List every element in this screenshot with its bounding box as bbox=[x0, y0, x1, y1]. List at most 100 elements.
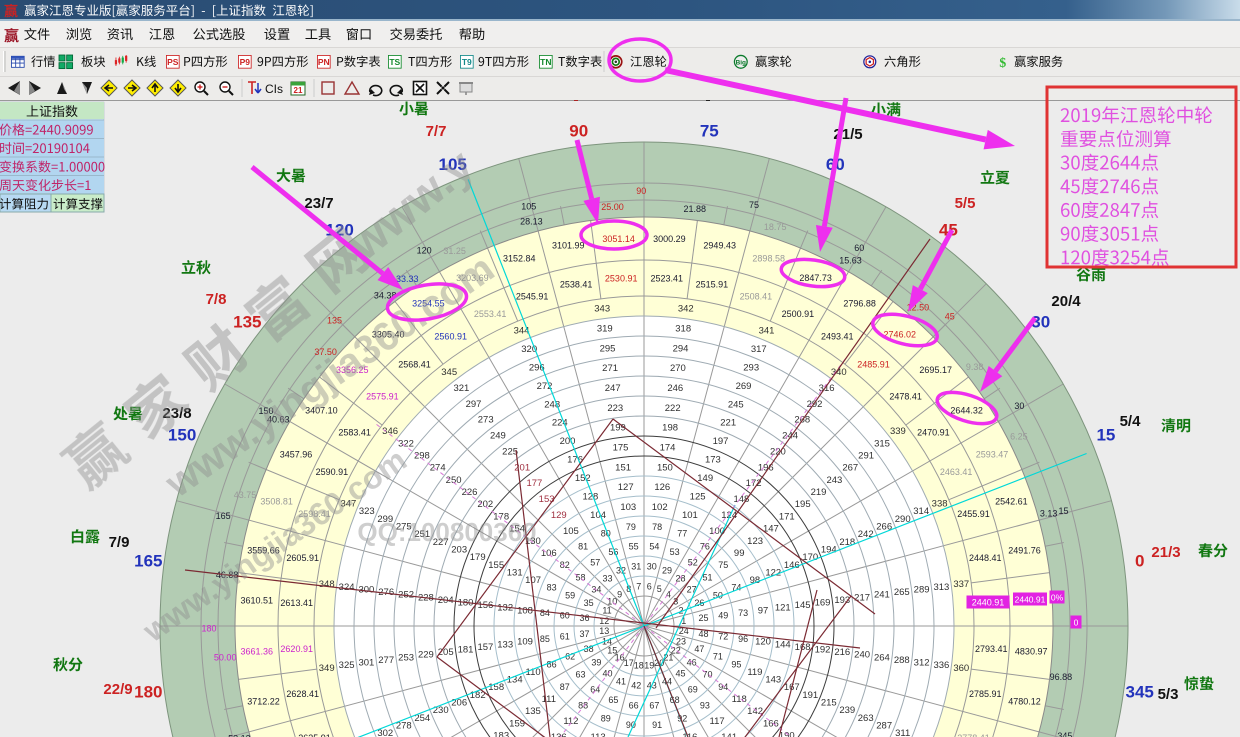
svg-text:180: 180 bbox=[134, 682, 162, 701]
svg-text:2553.41: 2553.41 bbox=[474, 309, 507, 319]
svg-text:31.25: 31.25 bbox=[443, 246, 466, 256]
svg-text:TS: TS bbox=[389, 57, 400, 67]
svg-text:2593.47: 2593.47 bbox=[976, 449, 1009, 459]
svg-text:PS: PS bbox=[167, 57, 179, 67]
svg-text:2796.88: 2796.88 bbox=[843, 298, 876, 308]
svg-text:2778.41: 2778.41 bbox=[957, 733, 990, 737]
svg-text:109: 109 bbox=[517, 637, 533, 648]
svg-text:23/7: 23/7 bbox=[304, 195, 333, 212]
svg-text:229: 229 bbox=[418, 650, 434, 661]
svg-text:315: 315 bbox=[874, 438, 890, 449]
svg-text:4780.12: 4780.12 bbox=[1008, 697, 1041, 707]
svg-text:346: 346 bbox=[382, 426, 398, 437]
svg-text:2463.41: 2463.41 bbox=[940, 467, 973, 477]
svg-text:174: 174 bbox=[660, 443, 676, 454]
svg-text:324: 324 bbox=[339, 582, 355, 593]
svg-text:67: 67 bbox=[649, 700, 659, 710]
svg-text:46: 46 bbox=[687, 658, 697, 668]
svg-text:101: 101 bbox=[682, 510, 698, 521]
svg-text:336: 336 bbox=[933, 660, 949, 671]
svg-text:27: 27 bbox=[687, 585, 697, 595]
svg-text:298: 298 bbox=[414, 451, 430, 462]
svg-text:13: 13 bbox=[599, 626, 609, 636]
svg-text:2545.91: 2545.91 bbox=[516, 292, 549, 302]
svg-text:344: 344 bbox=[514, 325, 530, 336]
svg-text:2898.58: 2898.58 bbox=[752, 254, 785, 264]
svg-text:41: 41 bbox=[616, 676, 626, 686]
svg-text:195: 195 bbox=[795, 499, 811, 510]
svg-text:2493.41: 2493.41 bbox=[821, 332, 854, 342]
svg-text:125: 125 bbox=[690, 492, 706, 503]
svg-text:3101.99: 3101.99 bbox=[552, 241, 585, 251]
svg-text:157: 157 bbox=[477, 642, 493, 653]
svg-text:18.75: 18.75 bbox=[764, 222, 787, 232]
svg-text:94: 94 bbox=[718, 682, 728, 692]
svg-text:2440.91: 2440.91 bbox=[972, 598, 1005, 608]
svg-text:108: 108 bbox=[517, 605, 533, 616]
svg-text:35: 35 bbox=[584, 598, 594, 608]
svg-text:3610.51: 3610.51 bbox=[241, 596, 274, 606]
svg-text:267: 267 bbox=[842, 463, 858, 474]
svg-text:297: 297 bbox=[466, 399, 482, 410]
svg-text:165: 165 bbox=[134, 552, 162, 571]
svg-text:0%: 0% bbox=[1051, 593, 1064, 603]
svg-text:2568.41: 2568.41 bbox=[398, 359, 431, 369]
svg-text:118: 118 bbox=[732, 694, 747, 705]
svg-text:2491.76: 2491.76 bbox=[1008, 545, 1041, 555]
svg-text:2847.73: 2847.73 bbox=[799, 273, 832, 283]
svg-text:T9: T9 bbox=[462, 57, 472, 67]
svg-text:85: 85 bbox=[540, 634, 550, 644]
svg-text:240: 240 bbox=[854, 650, 870, 661]
svg-text:291: 291 bbox=[858, 451, 874, 462]
svg-text:49: 49 bbox=[718, 611, 728, 621]
svg-text:2575.91: 2575.91 bbox=[366, 392, 399, 402]
svg-text:135: 135 bbox=[327, 315, 342, 325]
svg-text:345: 345 bbox=[1126, 682, 1154, 701]
svg-text:91: 91 bbox=[652, 720, 662, 730]
svg-text:53: 53 bbox=[670, 547, 680, 557]
svg-text:104: 104 bbox=[590, 510, 606, 521]
svg-text:117: 117 bbox=[710, 716, 725, 727]
svg-text:111: 111 bbox=[542, 694, 556, 705]
svg-text:11: 11 bbox=[602, 606, 611, 616]
svg-text:265: 265 bbox=[894, 587, 910, 598]
svg-text:Big: Big bbox=[736, 59, 746, 66]
svg-text:2485.91: 2485.91 bbox=[857, 359, 890, 369]
svg-text:15: 15 bbox=[1058, 506, 1068, 516]
svg-text:217: 217 bbox=[854, 592, 870, 603]
svg-text:5/3: 5/3 bbox=[1158, 686, 1179, 703]
svg-text:9: 9 bbox=[617, 589, 622, 599]
svg-text:241: 241 bbox=[874, 590, 890, 601]
svg-text:348: 348 bbox=[319, 579, 335, 590]
svg-text:2523.41: 2523.41 bbox=[651, 274, 684, 284]
svg-text:341: 341 bbox=[759, 325, 775, 336]
svg-text:153: 153 bbox=[539, 494, 555, 505]
svg-text:202: 202 bbox=[477, 499, 493, 510]
svg-text:201: 201 bbox=[514, 462, 530, 473]
svg-text:105: 105 bbox=[521, 202, 536, 212]
svg-text:150: 150 bbox=[657, 462, 673, 473]
svg-text:78: 78 bbox=[652, 522, 662, 532]
svg-text:96: 96 bbox=[738, 634, 748, 644]
svg-text:88: 88 bbox=[578, 700, 588, 710]
svg-text:2440.91: 2440.91 bbox=[1015, 595, 1046, 605]
svg-text:QQ:100800360: QQ:100800360 bbox=[357, 517, 536, 547]
svg-text:119: 119 bbox=[747, 667, 762, 678]
svg-text:5/5: 5/5 bbox=[955, 195, 976, 212]
svg-text:22/9: 22/9 bbox=[103, 681, 132, 698]
svg-text:289: 289 bbox=[914, 585, 930, 596]
svg-text:151: 151 bbox=[615, 462, 631, 473]
svg-text:21.88: 21.88 bbox=[684, 204, 707, 214]
svg-text:322: 322 bbox=[398, 438, 414, 449]
svg-text:73: 73 bbox=[738, 608, 748, 618]
svg-text:175: 175 bbox=[613, 443, 629, 454]
svg-text:274: 274 bbox=[430, 463, 446, 474]
svg-text:3457.96: 3457.96 bbox=[280, 449, 313, 459]
svg-text:75: 75 bbox=[718, 560, 728, 570]
svg-text:9.38: 9.38 bbox=[966, 362, 984, 372]
svg-text:177: 177 bbox=[526, 478, 542, 489]
svg-text:42: 42 bbox=[631, 681, 641, 691]
svg-text:2793.41: 2793.41 bbox=[975, 644, 1008, 654]
svg-text:242: 242 bbox=[858, 529, 874, 540]
svg-text:199: 199 bbox=[610, 423, 626, 434]
